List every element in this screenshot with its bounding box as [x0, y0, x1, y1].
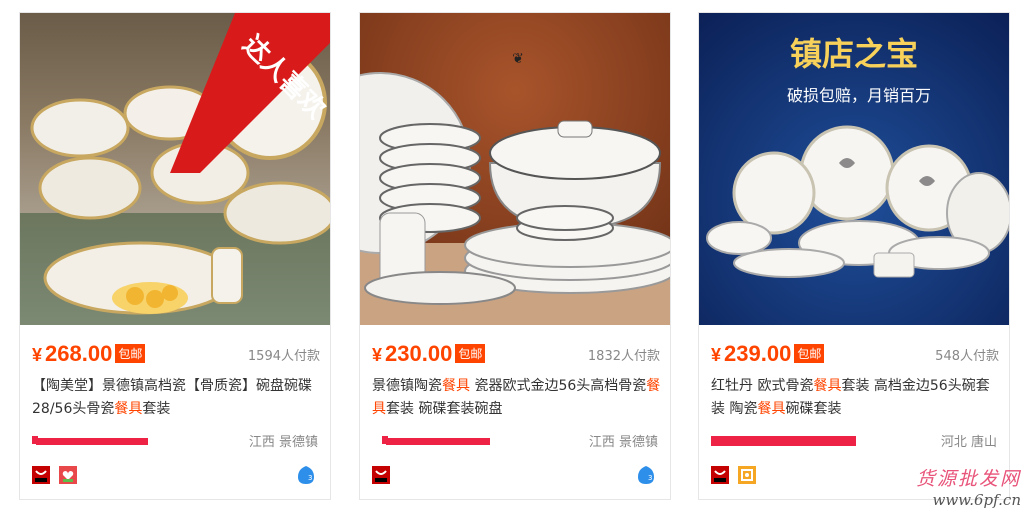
product-image[interactable]: ❦	[360, 13, 670, 325]
product-card[interactable]: ❦ ¥230.00 包邮 1832人付款 景德镇陶瓷餐具 瓷器欧式金边56头高档骨…	[359, 12, 671, 500]
price: ¥268.00 包邮	[32, 341, 146, 367]
price-amount: 230.00	[385, 341, 453, 366]
price-amount: 239.00	[724, 341, 792, 366]
product-title[interactable]: 红牡丹 欧式骨瓷餐具套装 高档金边56头碗套装 陶瓷餐具碗碟套装	[711, 375, 1001, 421]
watermark-line2: www.6pf.cn	[932, 491, 1022, 509]
free-shipping-badge: 包邮	[794, 344, 825, 363]
product-title[interactable]: 【陶美堂】景德镇高档瓷【骨质瓷】碗盘碗碟28/56头骨瓷餐具套装	[32, 375, 322, 421]
product-image[interactable]: 达人喜欢	[20, 13, 330, 325]
product-image[interactable]: 镇店之宝 破损包赔，月销百万	[699, 13, 1009, 325]
product-title[interactable]: 景德镇陶瓷餐具 瓷器欧式金边56头高档骨瓷餐具套装 碗碟套装碗盘	[372, 375, 662, 421]
free-shipping-badge: 包邮	[455, 344, 486, 363]
wangwang-chat-icon[interactable]: 3	[296, 465, 316, 485]
shop-name-redacted[interactable]	[372, 433, 490, 447]
promo-headline: 镇店之宝	[790, 35, 918, 73]
promo-subtitle: 破损包赔，月销百万	[787, 86, 931, 105]
gold-seller-icon[interactable]	[738, 466, 757, 484]
shop-name-redacted[interactable]	[32, 433, 150, 447]
svg-text:3: 3	[648, 474, 652, 482]
shop-name-redacted[interactable]	[711, 433, 856, 447]
svg-text:❦: ❦	[512, 51, 524, 67]
price: ¥239.00 包邮	[711, 341, 825, 367]
wangwang-chat-icon[interactable]: 3	[636, 465, 656, 485]
free-shipping-badge: 包邮	[115, 344, 146, 363]
product-card[interactable]: 镇店之宝 破损包赔，月销百万 ¥239.00 包邮 548人付款 红牡丹 欧式骨瓷…	[698, 12, 1010, 500]
tmall-icon[interactable]	[372, 466, 390, 484]
tmall-icon[interactable]	[711, 466, 729, 484]
svg-text:3: 3	[308, 474, 312, 482]
price: ¥230.00 包邮	[372, 341, 486, 367]
location: 江西 景德镇	[248, 435, 318, 450]
sales-count: 1832人付款	[587, 349, 660, 364]
product-card[interactable]: 达人喜欢 ¥268.00 包邮 1594人付款 【陶美堂】景德镇高档瓷【骨质瓷】碗…	[19, 12, 331, 500]
sales-count: 548人付款	[935, 349, 999, 364]
watermark-line1: 货源批发网	[915, 468, 1021, 490]
site-watermark: 货源批发网 www.6pf.cn	[916, 464, 1021, 509]
tmall-icon[interactable]	[32, 466, 50, 484]
location: 河北 唐山	[940, 435, 997, 450]
location: 江西 景德镇	[588, 435, 658, 450]
gift-icon[interactable]	[59, 466, 78, 484]
sales-count: 1594人付款	[247, 349, 320, 364]
price-amount: 268.00	[45, 341, 113, 366]
